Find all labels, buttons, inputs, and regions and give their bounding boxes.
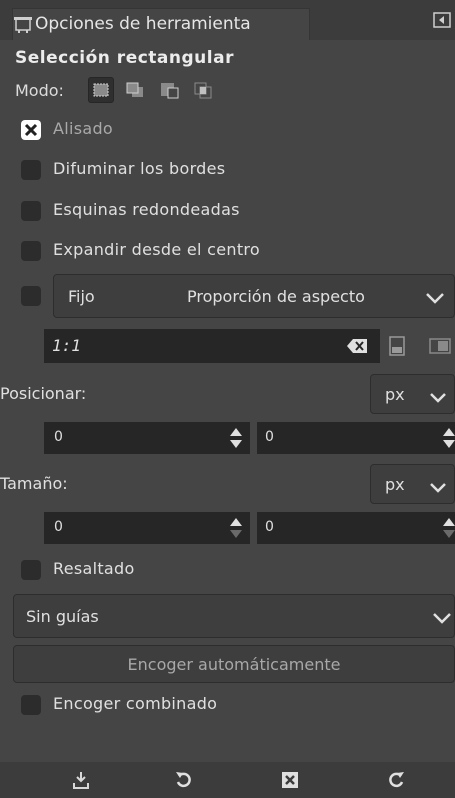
position-y-value: 0 (265, 429, 274, 445)
guides-value: Sin guías (26, 607, 99, 626)
chevron-down-icon (425, 290, 445, 309)
antialias-label: Alisado (53, 119, 114, 138)
feather-label: Difuminar los bordes (53, 159, 226, 178)
fixed-checkbox[interactable] (21, 286, 41, 306)
shrink-merged-checkbox[interactable] (21, 695, 41, 715)
mode-subtract-icon (161, 83, 179, 99)
delete-icon (282, 772, 298, 788)
expand-center-label: Expandir desde el centro (53, 240, 261, 259)
fixed-combo[interactable]: Fijo Proporción de aspecto (53, 274, 455, 318)
mode-add-button[interactable] (124, 78, 150, 104)
mode-replace-icon (93, 83, 109, 97)
fixed-value: Proporción de aspecto (187, 287, 365, 306)
footer-bar (0, 762, 455, 798)
mode-add-icon (126, 82, 143, 97)
position-y-field[interactable]: 0 (257, 422, 455, 454)
chevron-down-icon (432, 610, 452, 629)
autoshrink-button[interactable]: Encoger automáticamente (13, 645, 455, 683)
mode-subtract-button[interactable] (158, 78, 184, 104)
position-x-value: 0 (54, 429, 63, 445)
chevron-down-icon (429, 389, 447, 408)
feather-checkbox[interactable] (21, 160, 41, 180)
position-x-field[interactable]: 0 (44, 422, 250, 454)
size-label: Tamaño: (0, 474, 68, 493)
spin-arrows-icon[interactable] (228, 515, 244, 545)
delete-preset-button[interactable] (270, 765, 310, 795)
tab-tool-options[interactable]: Opciones de herramienta (12, 8, 310, 40)
rounded-corners-checkbox[interactable] (21, 201, 41, 221)
save-icon (73, 772, 89, 789)
rounded-corners-label: Esquinas redondeadas (53, 200, 240, 219)
antialias-checkbox[interactable] (21, 120, 41, 140)
highlight-checkbox[interactable] (21, 560, 41, 580)
shrink-merged-label: Encoger combinado (53, 694, 218, 713)
mode-intersect-button[interactable] (192, 78, 218, 104)
mode-replace-button[interactable] (88, 77, 114, 103)
clear-icon[interactable] (346, 338, 368, 358)
spin-arrows-icon[interactable] (228, 425, 244, 455)
spin-arrows-icon[interactable] (443, 425, 455, 455)
tool-options-icon (13, 15, 33, 33)
size-w-value: 0 (54, 519, 63, 535)
tab-label: Opciones de herramienta (35, 14, 251, 34)
mode-label: Modo: (15, 81, 64, 100)
tab-bar: Opciones de herramienta (0, 0, 455, 40)
position-label: Posicionar: (0, 384, 87, 403)
tab-menu-icon[interactable] (433, 12, 451, 28)
restore-preset-button[interactable] (164, 765, 204, 795)
position-unit-value: px (385, 385, 405, 404)
size-w-field[interactable]: 0 (44, 512, 250, 544)
ratio-value: 1:1 (52, 336, 81, 355)
tool-title: Selección rectangular (15, 48, 234, 68)
position-unit-combo[interactable]: px (370, 374, 455, 414)
size-h-value: 0 (265, 519, 274, 535)
ratio-field[interactable]: 1:1 (44, 329, 380, 363)
size-unit-combo[interactable]: px (370, 464, 455, 504)
check-icon (24, 123, 38, 137)
expand-center-checkbox[interactable] (21, 241, 41, 261)
mode-intersect-icon (194, 82, 212, 99)
highlight-label: Resaltado (53, 559, 135, 578)
restore-icon (176, 772, 191, 788)
size-h-field[interactable]: 0 (257, 512, 455, 544)
size-unit-value: px (385, 475, 405, 494)
landscape-icon[interactable] (429, 338, 451, 358)
spin-arrows-icon[interactable] (443, 515, 455, 545)
autoshrink-label: Encoger automáticamente (127, 655, 341, 674)
fixed-label: Fijo (68, 287, 95, 306)
guides-combo[interactable]: Sin guías (13, 594, 455, 638)
reset-icon (389, 772, 404, 788)
reset-button[interactable] (376, 765, 416, 795)
chevron-down-icon (429, 479, 447, 498)
save-preset-button[interactable] (61, 765, 101, 795)
portrait-icon[interactable] (389, 336, 405, 360)
